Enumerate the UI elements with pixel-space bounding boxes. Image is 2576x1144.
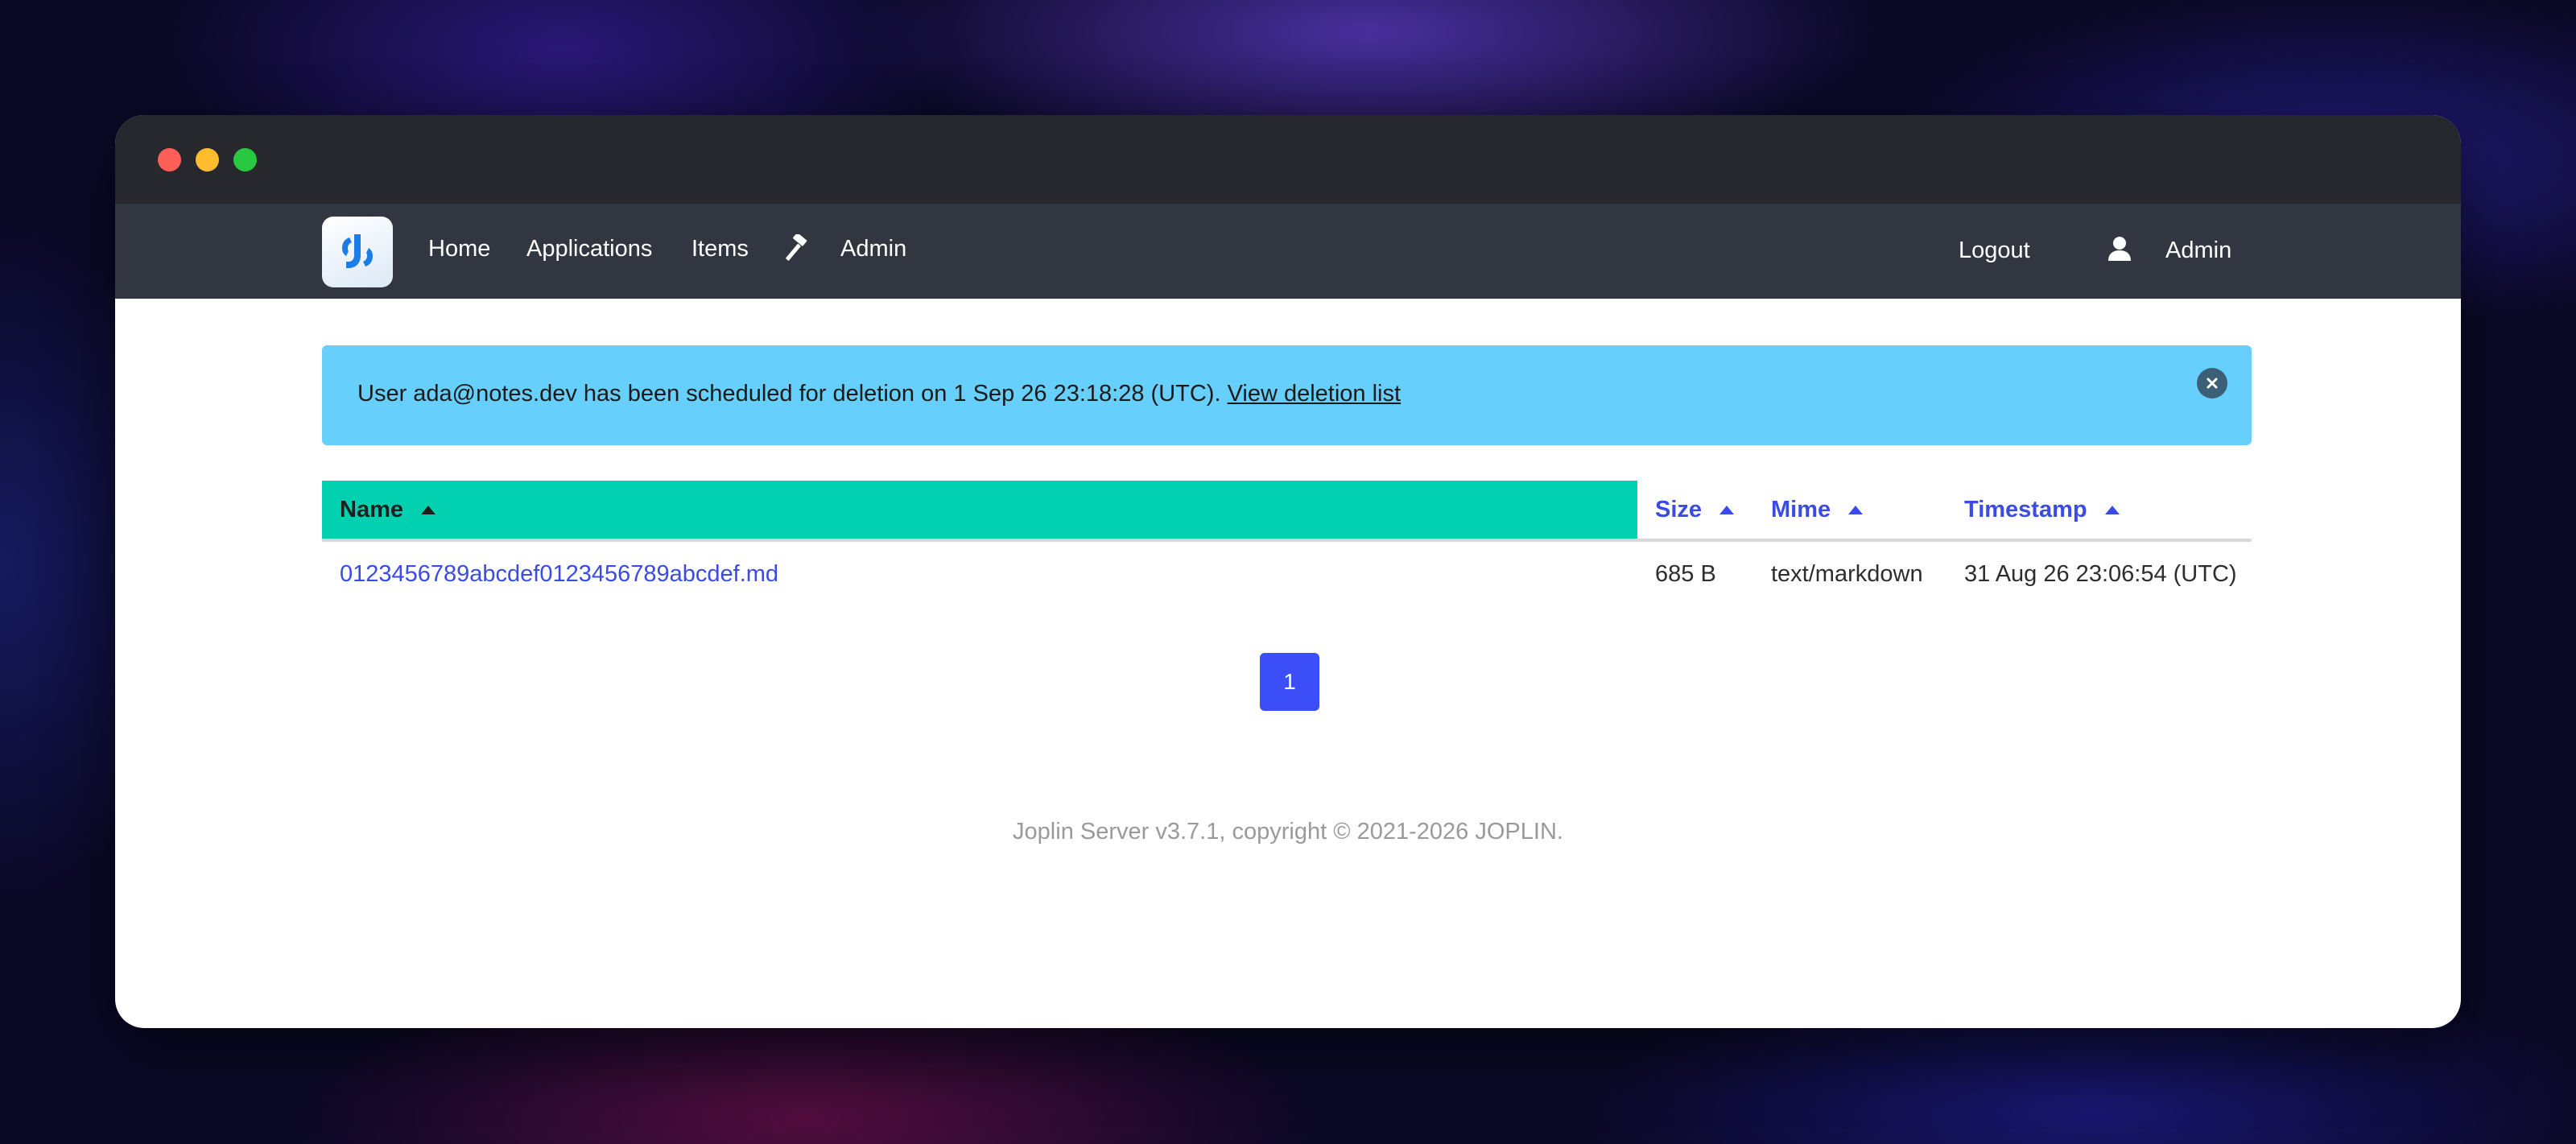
user-icon bbox=[2107, 236, 2132, 266]
alert-message-text: User ada@notes.dev has been scheduled fo… bbox=[357, 381, 1221, 407]
browser-window: Home Applications Items Admin Logout Adm… bbox=[115, 115, 2461, 1028]
item-timestamp: 31 Aug 26 23:06:54 (UTC) bbox=[1964, 561, 2237, 587]
close-icon[interactable] bbox=[2197, 368, 2227, 399]
sort-asc-icon bbox=[2104, 505, 2120, 514]
sort-asc-icon bbox=[421, 505, 436, 514]
minimize-window-button[interactable] bbox=[196, 148, 219, 171]
top-navbar: Home Applications Items Admin Logout Adm… bbox=[115, 204, 2461, 299]
item-name-link[interactable]: 0123456789abcdef0123456789abcdef.md bbox=[340, 561, 778, 588]
footer-copyright: Joplin Server v3.7.1, copyright © 2021-2… bbox=[1013, 819, 1563, 845]
column-header-size[interactable]: Size bbox=[1655, 481, 1735, 539]
nav-items[interactable]: Items bbox=[691, 236, 749, 262]
joplin-logo-icon[interactable] bbox=[322, 217, 393, 287]
column-header-mime[interactable]: Mime bbox=[1771, 481, 1864, 539]
hammer-icon bbox=[782, 233, 811, 267]
nav-home[interactable]: Home bbox=[428, 236, 490, 262]
item-mime: text/markdown bbox=[1771, 561, 1923, 587]
alert-message: User ada@notes.dev has been scheduled fo… bbox=[357, 381, 1401, 407]
items-table: Name Size Mime Timestamp 0123456789abcde… bbox=[322, 481, 2252, 606]
sort-asc-icon bbox=[1719, 505, 1735, 514]
user-menu[interactable]: Admin bbox=[2165, 237, 2231, 264]
view-deletion-list-link[interactable]: View deletion list bbox=[1228, 381, 1401, 407]
maximize-window-button[interactable] bbox=[233, 148, 257, 171]
deletion-alert: User ada@notes.dev has been scheduled fo… bbox=[322, 345, 2252, 445]
column-header-timestamp[interactable]: Timestamp bbox=[1964, 481, 2120, 539]
nav-applications[interactable]: Applications bbox=[526, 236, 652, 262]
pagination-page-1[interactable]: 1 bbox=[1260, 653, 1319, 711]
table-header: Name Size Mime Timestamp bbox=[322, 481, 2252, 542]
table-row: 0123456789abcdef0123456789abcdef.md 685 … bbox=[322, 542, 2252, 606]
logout-link[interactable]: Logout bbox=[1959, 237, 2030, 264]
item-size: 685 B bbox=[1655, 561, 1716, 587]
column-header-name[interactable]: Name bbox=[322, 481, 1637, 539]
window-titlebar bbox=[115, 115, 2461, 204]
sort-asc-icon bbox=[1848, 505, 1864, 514]
nav-admin[interactable]: Admin bbox=[840, 236, 906, 262]
close-window-button[interactable] bbox=[158, 148, 181, 171]
